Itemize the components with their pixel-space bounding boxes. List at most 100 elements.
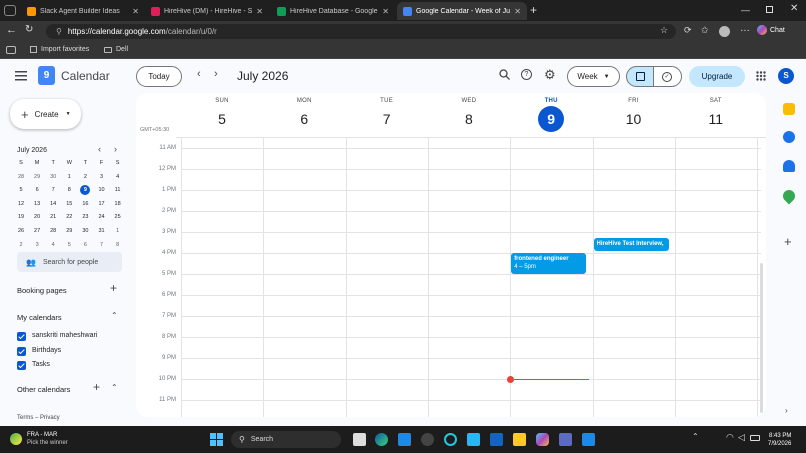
mini-day[interactable]: 16: [78, 201, 92, 207]
day-header-fri[interactable]: FRI 10: [593, 93, 675, 137]
calendar-view-toggle[interactable]: [626, 66, 654, 87]
tasks-icon[interactable]: [783, 131, 795, 143]
mini-day[interactable]: 29: [62, 228, 76, 234]
mini-day[interactable]: 20: [30, 214, 44, 220]
view-selector[interactable]: Week ▼: [567, 66, 620, 87]
copilot-chat-button[interactable]: Chat: [757, 25, 785, 35]
mini-next-icon[interactable]: ›: [114, 144, 117, 154]
edge-icon[interactable]: [375, 433, 388, 446]
help-icon[interactable]: ?: [521, 69, 532, 80]
mini-day[interactable]: 7: [95, 242, 109, 248]
tray-overflow-icon[interactable]: ⌃: [692, 432, 699, 441]
dell-icon[interactable]: [421, 433, 434, 446]
mini-day[interactable]: 4: [46, 242, 60, 248]
minimize-window-icon[interactable]: —: [741, 5, 750, 15]
copilot-icon[interactable]: [536, 433, 549, 446]
favorites-icon[interactable]: ✩: [701, 25, 709, 36]
taskbar-search-box[interactable]: ⚲ Search: [231, 431, 341, 448]
battery-icon[interactable]: [750, 435, 760, 441]
day-header-sun[interactable]: SUN 5: [181, 93, 263, 137]
url-field[interactable]: ⚲ https://calendar.google.com/calendar/u…: [46, 24, 676, 39]
mini-day[interactable]: 22: [62, 214, 76, 220]
mini-day[interactable]: 2: [78, 174, 92, 180]
task-view-icon[interactable]: [353, 433, 366, 446]
mini-day[interactable]: 3: [95, 174, 109, 180]
mini-day[interactable]: 2: [14, 242, 28, 248]
profile-avatar-icon[interactable]: [719, 26, 730, 37]
today-button[interactable]: Today: [136, 66, 182, 87]
browser-tab-slack-dm[interactable]: HireHive (DM) - HireHive - Slack ✕: [145, 2, 269, 20]
outlook-icon[interactable]: [490, 433, 503, 446]
mini-day[interactable]: 6: [78, 242, 92, 248]
chevron-up-icon[interactable]: ⌃: [111, 311, 118, 320]
chevron-up-icon[interactable]: ⌃: [111, 383, 118, 392]
contacts-icon[interactable]: [783, 160, 795, 172]
mini-day[interactable]: 7: [46, 187, 60, 193]
mini-day[interactable]: 5: [62, 242, 76, 248]
teams-icon[interactable]: [467, 433, 480, 446]
calendar-event[interactable]: frontened engineer 4 – 5pm: [511, 253, 587, 274]
search-icon[interactable]: [499, 69, 510, 80]
cortana-icon[interactable]: [444, 433, 457, 446]
mini-day[interactable]: 14: [46, 201, 60, 207]
calendar-checkbox-tasks[interactable]: [17, 361, 26, 370]
keep-icon[interactable]: [783, 103, 795, 115]
mini-day[interactable]: 4: [111, 174, 125, 180]
day-date[interactable]: 11: [703, 106, 729, 132]
mini-day[interactable]: 31: [95, 228, 109, 234]
prev-week-icon[interactable]: ‹: [197, 68, 201, 80]
mini-day[interactable]: 27: [30, 228, 44, 234]
mini-day[interactable]: 9: [78, 185, 92, 196]
mini-day[interactable]: 21: [46, 214, 60, 220]
browser-tab-sheets[interactable]: HireHive Database - Google Sheets ✕: [271, 2, 395, 20]
mini-day[interactable]: 30: [78, 228, 92, 234]
day-header-wed[interactable]: WED 8: [428, 93, 510, 137]
new-tab-icon[interactable]: +: [530, 3, 537, 17]
mini-day[interactable]: 8: [62, 187, 76, 193]
day-header-sat[interactable]: SAT 11: [675, 93, 757, 137]
extensions-icon[interactable]: ⟳: [684, 25, 692, 36]
mini-day[interactable]: 24: [95, 214, 109, 220]
mini-day[interactable]: 1: [62, 174, 76, 180]
mini-day[interactable]: 18: [111, 201, 125, 207]
favorite-star-icon[interactable]: ☆: [660, 25, 668, 36]
day-date[interactable]: 6: [291, 106, 317, 132]
day-date[interactable]: 8: [456, 106, 482, 132]
mini-day[interactable]: 30: [46, 174, 60, 180]
day-header-tue[interactable]: TUE 7: [346, 93, 428, 137]
mini-day[interactable]: 28: [14, 174, 28, 180]
browser-menu-icon[interactable]: …: [740, 23, 750, 34]
tab-actions-icon[interactable]: [4, 5, 16, 16]
grid-scrollbar[interactable]: [760, 263, 763, 413]
day-date[interactable]: 10: [621, 106, 647, 132]
restore-window-icon[interactable]: [766, 6, 773, 13]
close-tab-icon[interactable]: ✕: [514, 7, 521, 16]
my-calendars-heading[interactable]: My calendars: [17, 313, 62, 322]
day-date[interactable]: 7: [374, 106, 400, 132]
maps-icon[interactable]: [780, 187, 798, 205]
day-date[interactable]: 5: [209, 106, 235, 132]
dell-folder-link[interactable]: Dell: [104, 46, 128, 53]
mini-day[interactable]: 8: [111, 242, 125, 248]
close-tab-icon[interactable]: ✕: [382, 7, 389, 16]
browser-tab-calendar[interactable]: Google Calendar - Week of July 5 ✕: [397, 2, 527, 20]
close-window-icon[interactable]: ✕: [790, 3, 798, 14]
mini-day[interactable]: 13: [30, 201, 44, 207]
tasks-view-toggle[interactable]: ✓: [654, 66, 682, 87]
mini-day[interactable]: 5: [14, 187, 28, 193]
next-week-icon[interactable]: ›: [214, 68, 218, 80]
mini-day[interactable]: 10: [95, 187, 109, 193]
calendar-checkbox-birthdays[interactable]: [17, 347, 26, 356]
teams-classic-icon[interactable]: [559, 433, 572, 446]
calendar-event[interactable]: HireHive Test Interview,: [593, 238, 669, 251]
wifi-icon[interactable]: ◠: [726, 432, 734, 443]
expand-panel-icon[interactable]: ›: [785, 406, 788, 415]
clock[interactable]: 8:43 PM 7/9/2026: [768, 432, 791, 448]
mini-day[interactable]: 29: [30, 174, 44, 180]
store-icon[interactable]: [398, 433, 411, 446]
add-booking-page-icon[interactable]: +: [110, 281, 117, 295]
file-explorer-icon[interactable]: [513, 433, 526, 446]
calendar-checkbox-sanskriti[interactable]: [17, 332, 26, 341]
mini-day[interactable]: 12: [14, 201, 28, 207]
search-people-field[interactable]: 👥 Search for people: [17, 252, 122, 272]
